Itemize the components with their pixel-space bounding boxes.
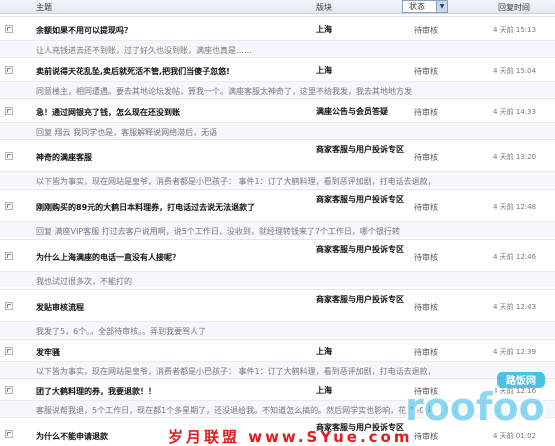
topic-icon: [5, 252, 13, 260]
reply-time: 4 天前 14:33: [493, 108, 537, 116]
row-main: 刚刚购买的89元的大鹤日本料理券，打电话过去说无法退款了 商家客服与用户投诉专区…: [0, 189, 555, 221]
topic-icon: [5, 302, 13, 310]
board-link[interactable]: 商家客服与用户投诉专区: [316, 244, 406, 256]
row-main: 余额如果不用可以提现吗？ 上海 待审核 4 天前 15:13: [0, 16, 555, 40]
reply-time: 4 天前 12:43: [493, 303, 537, 311]
topic-icon: [5, 66, 13, 74]
reply-text[interactable]: 我也试过很多次，不能打的: [36, 276, 480, 287]
row-main: 发牢骚 上海 待审核 4 天前 12:39: [0, 339, 555, 361]
board-link[interactable]: 满座公告与会员答疑: [316, 106, 388, 118]
topic-title-link[interactable]: 刚刚购买的89元的大鹤日本料理券，打电话过去说无法退款了: [36, 202, 255, 213]
table-header: 主题 版块 状态 ▼ 回复时间: [0, 0, 555, 14]
topic-icon: [5, 152, 13, 160]
topic-title-link[interactable]: 神奇的满座客服: [36, 152, 92, 163]
header-reply-time: 回复时间: [498, 3, 530, 12]
reply-time: 4 天前 01:02: [493, 432, 537, 440]
topic-icon: [5, 386, 13, 394]
status-text: 待审核: [414, 153, 438, 162]
topic-icon: [5, 25, 13, 33]
topic-icon: [5, 202, 13, 210]
status-text: 待审核: [414, 26, 438, 35]
reply-preview: 让人充钱进去还不到账，过了好久也没到账，满座也真是……: [0, 40, 555, 56]
status-filter-select[interactable]: 状态 ▼: [402, 0, 448, 13]
row-main: 为什么上海满座的电话一直没有人接呢？ 商家客服与用户投诉专区 待审核 4 天前 …: [0, 239, 555, 271]
status-text: 待审核: [414, 253, 438, 262]
topic-icon: [5, 347, 13, 355]
board-link[interactable]: 商家客服与用户投诉专区: [316, 294, 406, 306]
reply-text[interactable]: 同意楼主，相同遭遇。要去其地论坛发帖，算我一个。满座客服太神奇了，这里不给我发，…: [36, 86, 480, 97]
chevron-down-icon[interactable]: ▼: [436, 1, 447, 12]
topic-title-link[interactable]: 发贴审核流程: [36, 302, 84, 313]
status-text: 待审核: [414, 348, 438, 357]
topic-title-link[interactable]: 卖前说得天花乱坠,卖后就死活不管,把我们当傻子忽悠!: [36, 66, 230, 77]
row-main: 急！通过网银充了钱，怎么现在还没到账 满座公告与会员答疑 待审核 4 天前 14…: [0, 98, 555, 122]
topic-title-link[interactable]: 发牢骚: [36, 347, 60, 358]
board-link[interactable]: 上海: [316, 24, 332, 36]
status-text: 待审核: [414, 67, 438, 76]
topic-title-link[interactable]: 余额如果不用可以提现吗？: [36, 25, 132, 36]
reply-time: 4 天前 12:46: [493, 253, 537, 261]
board-link[interactable]: 上海: [316, 65, 332, 77]
reply-preview: 回复 翔云 我同学也是，客服解释说网络滞后，无语: [0, 122, 555, 138]
reply-preview: 以下皆为事实，现在网站是皇爷，消费者都是小巴孩子： 事件1：订了大鹤料理，看到恶…: [0, 171, 555, 187]
row-main: 发贴审核流程 商家客服与用户投诉专区 待审核 4 天前 12:43: [0, 289, 555, 321]
row-main: 神奇的满座客服 商家客服与用户投诉专区 待审核 4 天前 13:20: [0, 139, 555, 171]
reply-text[interactable]: 以下皆为事实，现在网站是皇爷，消费者都是小巴孩子： 事件1：订了大鹤料理，看到恶…: [36, 176, 480, 187]
reply-time: 4 天前 15:04: [493, 67, 537, 75]
topic-icon: [5, 430, 13, 438]
header-board: 版块: [316, 3, 332, 12]
reply-time: 4 天前 15:13: [493, 26, 537, 34]
reply-preview: 同意楼主，相同遭遇。要去其地论坛发帖，算我一个。满座客服太神奇了，这里不给我发，…: [0, 81, 555, 97]
status-text: 待审核: [414, 108, 438, 117]
roofoo-logo: 路饭网 roofoo roofoo: [403, 370, 550, 432]
site-watermark: 岁月联盟 www.SYue.com: [168, 428, 413, 446]
status-text: 待审核: [414, 203, 438, 212]
reply-text[interactable]: 回复 满座VIP客服 打过去客户说用啊，说5个工作日，没收到，就经理转钱来了7个…: [36, 226, 480, 237]
reply-text[interactable]: 让人充钱进去还不到账，过了好久也没到账，满座也真是……: [36, 45, 480, 56]
header-subject: 主题: [36, 3, 52, 12]
reply-text[interactable]: 回复 翔云 我同学也是，客服解释说网络滞后，无语: [36, 127, 480, 138]
logo-main-text: roofoo: [405, 385, 545, 429]
status-text: 待审核: [414, 303, 438, 312]
topic-title-link[interactable]: 急！通过网银充了钱，怎么现在还没到账: [36, 107, 180, 118]
reply-time: 4 天前 13:20: [493, 153, 537, 161]
board-link[interactable]: 上海: [316, 346, 332, 358]
reply-preview: 我也试过很多次，不能打的: [0, 271, 555, 287]
reply-time: 4 天前 12:48: [493, 203, 537, 211]
board-link[interactable]: 上海: [316, 385, 332, 397]
reply-text[interactable]: 我发了5，6个。。全部待审核。。弄到我要骂人了: [36, 326, 480, 337]
board-link[interactable]: 商家客服与用户投诉专区: [316, 144, 406, 156]
row-main: 卖前说得天花乱坠,卖后就死活不管,把我们当傻子忽悠! 上海 待审核 4 天前 1…: [0, 57, 555, 81]
reply-time: 4 天前 12:39: [493, 348, 537, 356]
topic-title-link[interactable]: 为什么不能申请退款: [36, 431, 108, 442]
reply-preview: 我发了5，6个。。全部待审核。。弄到我要骂人了: [0, 321, 555, 337]
status-select-value: 状态: [409, 2, 425, 11]
topic-title-link[interactable]: 为什么上海满座的电话一直没有人接呢？: [36, 252, 180, 263]
topic-title-link[interactable]: 团了大鹤料理的券，我要退款！！: [36, 386, 156, 397]
topic-icon: [5, 107, 13, 115]
status-text: 待审核: [414, 432, 438, 441]
roofoo-logo-graphic: 路饭网 roofoo roofoo: [403, 372, 547, 432]
reply-preview: 回复 满座VIP客服 打过去客户说用啊，说5个工作日，没收到，就经理转钱来了7个…: [0, 221, 555, 237]
board-link[interactable]: 商家客服与用户投诉专区: [316, 194, 406, 206]
